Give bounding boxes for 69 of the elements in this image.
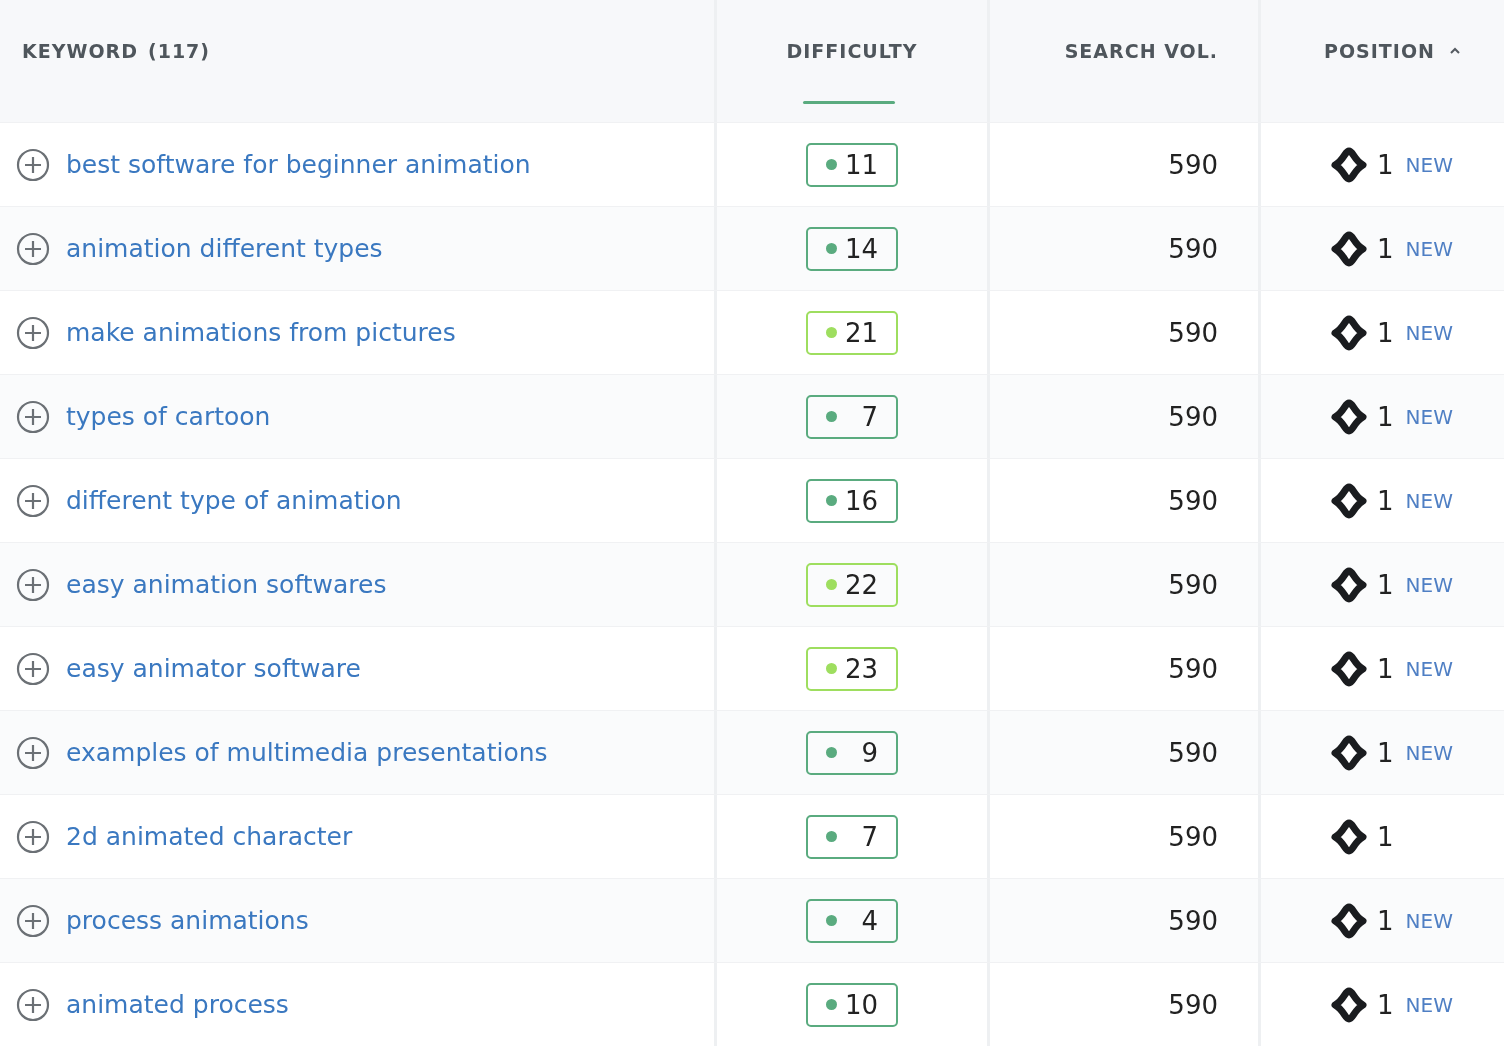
difficulty-value: 14 bbox=[844, 233, 878, 264]
add-icon[interactable] bbox=[16, 735, 50, 770]
position-value: 1 bbox=[1377, 401, 1394, 432]
position-value: 1 bbox=[1377, 905, 1394, 936]
position-value: 1 bbox=[1377, 989, 1394, 1020]
keyword-count: (117) bbox=[148, 40, 210, 62]
new-label: NEW bbox=[1405, 152, 1453, 177]
keyword-link[interactable]: animation different types bbox=[66, 234, 383, 263]
add-icon[interactable] bbox=[16, 483, 50, 518]
sort-caret-icon[interactable] bbox=[1448, 47, 1461, 55]
difficulty-value: 7 bbox=[861, 401, 878, 432]
column-header[interactable]: KEYWORD bbox=[22, 40, 138, 62]
difficulty-value: 11 bbox=[844, 149, 878, 180]
keyword-link[interactable]: make animations from pictures bbox=[66, 318, 456, 347]
difficulty-value: 23 bbox=[844, 653, 878, 684]
search-volume: 590 bbox=[1168, 401, 1218, 432]
difficulty-value: 9 bbox=[861, 737, 878, 768]
search-volume: 590 bbox=[1168, 737, 1218, 768]
search-volume: 590 bbox=[1168, 233, 1218, 264]
search-volume: 590 bbox=[1168, 653, 1218, 684]
difficulty-value: 22 bbox=[844, 569, 878, 600]
add-icon[interactable] bbox=[16, 651, 50, 686]
position-value: 1 bbox=[1377, 737, 1394, 768]
difficulty-value: 10 bbox=[844, 989, 878, 1020]
position-value: 1 bbox=[1377, 317, 1394, 348]
keyword-link[interactable]: easy animator software bbox=[66, 654, 361, 683]
add-icon[interactable] bbox=[16, 567, 50, 602]
difficulty-value: 4 bbox=[861, 905, 878, 936]
keyword-link[interactable]: different type of animation bbox=[66, 486, 402, 515]
search-volume: 590 bbox=[1168, 317, 1218, 348]
keyword-link[interactable]: types of cartoon bbox=[66, 402, 271, 431]
position-value: 1 bbox=[1377, 233, 1394, 264]
new-label: NEW bbox=[1405, 572, 1453, 597]
new-label: NEW bbox=[1405, 488, 1453, 513]
position-value: 1 bbox=[1377, 149, 1394, 180]
new-label: NEW bbox=[1405, 404, 1453, 429]
position-value: 1 bbox=[1377, 653, 1394, 684]
new-label: NEW bbox=[1405, 908, 1453, 933]
add-icon[interactable] bbox=[16, 819, 50, 854]
add-icon[interactable] bbox=[16, 903, 50, 938]
position-value: 1 bbox=[1377, 485, 1394, 516]
keyword-link[interactable]: easy animation softwares bbox=[66, 570, 387, 599]
add-icon[interactable] bbox=[16, 315, 50, 350]
add-icon[interactable] bbox=[16, 987, 50, 1022]
search-volume: 590 bbox=[1168, 569, 1218, 600]
search-volume: 590 bbox=[1168, 149, 1218, 180]
column-header[interactable]: SEARCH VOL. bbox=[1064, 40, 1218, 62]
keyword-link[interactable]: animated process bbox=[66, 990, 289, 1019]
new-label: NEW bbox=[1405, 992, 1453, 1017]
new-label: NEW bbox=[1405, 740, 1453, 765]
search-volume: 590 bbox=[1168, 905, 1218, 936]
search-volume: 590 bbox=[1168, 485, 1218, 516]
position-value: 1 bbox=[1377, 569, 1394, 600]
search-volume: 590 bbox=[1168, 821, 1218, 852]
difficulty-value: 21 bbox=[844, 317, 878, 348]
difficulty-value: 16 bbox=[844, 485, 878, 516]
column-header[interactable]: POSITION bbox=[1324, 40, 1435, 62]
column-header[interactable]: DIFFICULTY bbox=[786, 40, 918, 62]
add-icon[interactable] bbox=[16, 399, 50, 434]
position-value: 1 bbox=[1377, 821, 1394, 852]
new-label: NEW bbox=[1405, 320, 1453, 345]
keyword-link[interactable]: process animations bbox=[66, 906, 309, 935]
search-volume: 590 bbox=[1168, 989, 1218, 1020]
new-label: NEW bbox=[1405, 656, 1453, 681]
difficulty-value: 7 bbox=[861, 821, 878, 852]
keyword-link[interactable]: 2d animated character bbox=[66, 822, 353, 851]
add-icon[interactable] bbox=[16, 231, 50, 266]
add-icon[interactable] bbox=[16, 147, 50, 182]
new-label: NEW bbox=[1405, 236, 1453, 261]
